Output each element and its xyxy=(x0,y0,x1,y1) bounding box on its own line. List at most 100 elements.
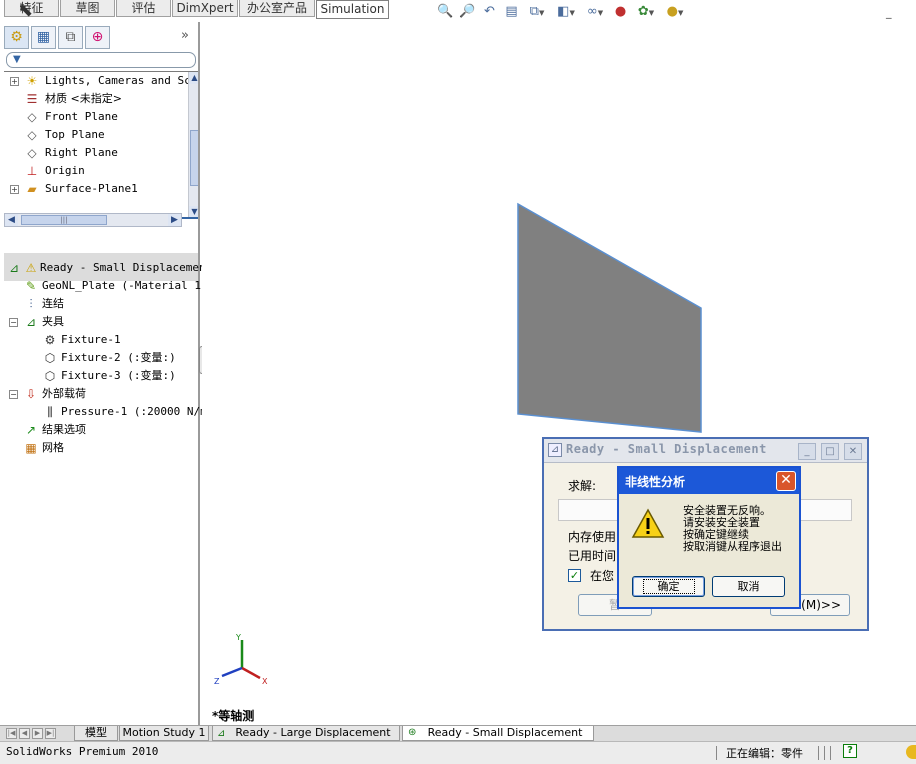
tree-item-result-options[interactable]: ↗ 结果选项 xyxy=(4,421,186,439)
collapse-icon[interactable]: − xyxy=(9,318,18,327)
scroll-thumb[interactable]: ||| xyxy=(21,215,107,225)
propertymanager-icon[interactable]: ▦ xyxy=(31,26,56,49)
tree-item-surface-plane[interactable]: + ▰ Surface-Plane1 xyxy=(4,180,186,198)
featuremanager-icon[interactable]: ⚙ xyxy=(4,26,29,49)
notification-icon[interactable] xyxy=(906,745,916,759)
tree-item-label: Fixture-1 xyxy=(61,333,121,346)
expand-icon[interactable]: + xyxy=(10,185,19,194)
featuremanager-panel: ⚙ ▦ ⧉ ⊕ » ▼ + ☀ Lights, Cameras and Sce … xyxy=(0,22,214,725)
zoom-to-fit-icon[interactable]: 🔍 xyxy=(436,3,455,21)
edit-appearance-icon[interactable]: ● xyxy=(611,3,630,21)
editing-status: 正在编辑：零件 xyxy=(726,747,803,760)
tab-sketch[interactable]: 草图 xyxy=(60,0,115,17)
tab-large-displacement[interactable]: ⊿ Ready - Large Displacement xyxy=(212,726,400,741)
tab-motion-study[interactable]: Motion Study 1 xyxy=(119,726,209,741)
tab-office-products[interactable]: 办公室产品 xyxy=(239,0,315,17)
separator xyxy=(830,746,831,760)
last-tab-icon[interactable]: ▶| xyxy=(45,728,56,739)
tree-item-front-plane[interactable]: ◇ Front Plane xyxy=(4,108,186,126)
scroll-thumb[interactable] xyxy=(190,130,198,186)
solidworks-window: 特征 草图 评估 DimXpert 办公室产品 Simulation ⬉ 🔍 🔎… xyxy=(0,0,916,764)
tree-item-top-plane[interactable]: ◇ Top Plane xyxy=(4,126,186,144)
close-icon[interactable]: ✕ xyxy=(776,471,796,491)
tree-item-fixture-2[interactable]: ⬡ Fixture-2 (:变量:) xyxy=(4,349,186,367)
tree-item-label: 夹具 xyxy=(42,315,64,328)
tree-item-fixture-1[interactable]: ⚙ Fixture-1 xyxy=(4,331,186,349)
apply-scene-icon[interactable]: ✿▼ xyxy=(633,3,659,21)
tab-label: Ready - Large Displacement xyxy=(235,726,391,739)
dialog-titlebar[interactable]: ⊿ Ready - Small Displacement _ □ ✕ xyxy=(544,439,867,463)
fixture-group-icon: ⊿ xyxy=(25,315,37,329)
tab-evaluate[interactable]: 评估 xyxy=(116,0,171,17)
plane-icon: ◇ xyxy=(27,128,37,142)
triad-y-label: Y xyxy=(235,633,241,642)
tree-item-fixtures[interactable]: − ⊿ 夹具 xyxy=(4,313,186,331)
display-style-icon[interactable]: ◧▼ xyxy=(553,3,579,21)
expand-icon[interactable]: + xyxy=(10,77,19,86)
minimize-icon[interactable]: _ xyxy=(886,6,892,19)
maximize-icon[interactable]: □ xyxy=(821,443,839,460)
tree-item-pressure[interactable]: ⫼ Pressure-1 (:20000 N/m^ xyxy=(4,403,213,421)
tree-item-mesh[interactable]: ▦ 网格 xyxy=(4,439,186,457)
scroll-down-icon[interactable]: ▼ xyxy=(189,206,198,217)
ok-button[interactable]: 确定 xyxy=(632,576,705,597)
tree-horizontal-scrollbar[interactable]: ◀ ||| ▶ xyxy=(4,213,182,227)
study-warning-icon: ⚠ xyxy=(25,261,37,275)
tree-item-lights[interactable]: + ☀ Lights, Cameras and Sce xyxy=(4,72,197,90)
hide-show-items-icon[interactable]: ∞▼ xyxy=(582,3,608,21)
surface-plate-model[interactable] xyxy=(316,184,706,434)
more-tabs-icon[interactable]: » xyxy=(181,28,189,43)
tree-item-label: 连结 xyxy=(42,297,64,310)
section-view-icon[interactable]: ▤ xyxy=(502,3,521,21)
scroll-up-icon[interactable]: ▲ xyxy=(189,72,198,84)
tree-item-label: Lights, Cameras and Sce xyxy=(45,74,198,87)
status-bar: SolidWorks Premium 2010 正在编辑：零件 ? xyxy=(0,741,916,764)
tree-item-shell[interactable]: ✎ GeoNL_Plate (-Material 1-) xyxy=(4,277,214,295)
view-settings-icon[interactable]: ●▼ xyxy=(662,3,688,21)
tree-item-study[interactable]: ⊿ ⚠ Ready - Small Displacement xyxy=(4,259,212,277)
zoom-to-area-icon[interactable]: 🔎 xyxy=(458,3,477,21)
previous-view-icon[interactable]: ↶ xyxy=(480,3,499,21)
tree-item-label: Front Plane xyxy=(45,110,118,123)
separator xyxy=(818,746,819,760)
dialog-titlebar[interactable]: 非线性分析 ✕ xyxy=(619,468,799,494)
filter-icon[interactable]: ▼ xyxy=(6,52,196,68)
scroll-right-icon[interactable]: ▶ xyxy=(168,214,181,226)
collapse-icon[interactable]: − xyxy=(9,390,18,399)
tree-item-origin[interactable]: ⊥ Origin xyxy=(4,162,186,180)
help-icon[interactable]: ? xyxy=(843,744,857,758)
prev-tab-icon[interactable]: ◀ xyxy=(19,728,30,739)
tree-item-label: 结果选项 xyxy=(42,423,86,436)
dimxpert-icon[interactable]: ⊕ xyxy=(85,26,110,49)
tab-small-displacement[interactable]: ⊛ Ready - Small Displacement xyxy=(402,726,594,741)
first-tab-icon[interactable]: |◀ xyxy=(6,728,17,739)
tree-item-material[interactable]: ☰ 材质 <未指定> xyxy=(4,90,186,108)
tab-dimxpert[interactable]: DimXpert xyxy=(172,0,238,17)
notify-checkbox[interactable]: ✓ xyxy=(568,569,581,582)
next-tab-icon[interactable]: ▶ xyxy=(32,728,43,739)
lights-icon: ☀ xyxy=(26,74,38,88)
tree-item-connections[interactable]: ⫶ 连结 xyxy=(4,295,186,313)
message-line: 按取消键从程序退出 xyxy=(683,540,782,553)
tree-item-fixture-3[interactable]: ⬡ Fixture-3 (:变量:) xyxy=(4,367,186,385)
tree-item-external-loads[interactable]: − ⇩ 外部载荷 xyxy=(4,385,186,403)
nonlinear-analysis-dialog: 非线性分析 ✕ 安全装置无反响。 请安装安全装置 按确定键继续 按取消键从程序退… xyxy=(617,466,801,609)
close-icon[interactable]: ✕ xyxy=(844,443,862,460)
scroll-left-icon[interactable]: ◀ xyxy=(5,214,18,226)
elapsed-time-label: 已用时间 xyxy=(568,549,617,563)
simulation-study-tree: ⊿ ⚠ Ready - Small Displacement ✎ GeoNL_P… xyxy=(4,259,214,459)
tab-model[interactable]: 模型 xyxy=(74,726,118,741)
tree-item-label: 材质 <未指定> xyxy=(45,92,122,105)
plate-face[interactable] xyxy=(517,202,702,433)
tab-simulation[interactable]: Simulation xyxy=(316,0,389,19)
mesh-icon: ▦ xyxy=(25,441,37,455)
tree-item-right-plane[interactable]: ◇ Right Plane xyxy=(4,144,186,162)
tree-vertical-scrollbar[interactable]: ▲ ▼ xyxy=(188,72,198,217)
separator xyxy=(716,746,717,760)
minimize-icon[interactable]: _ xyxy=(798,443,816,460)
connection-icon: ⫶ xyxy=(29,297,33,311)
view-orientation-icon[interactable]: ⧉▼ xyxy=(524,3,550,21)
configurationmanager-icon[interactable]: ⧉ xyxy=(58,26,83,49)
product-name: SolidWorks Premium 2010 xyxy=(6,745,159,758)
cancel-button[interactable]: 取消 xyxy=(712,576,785,597)
